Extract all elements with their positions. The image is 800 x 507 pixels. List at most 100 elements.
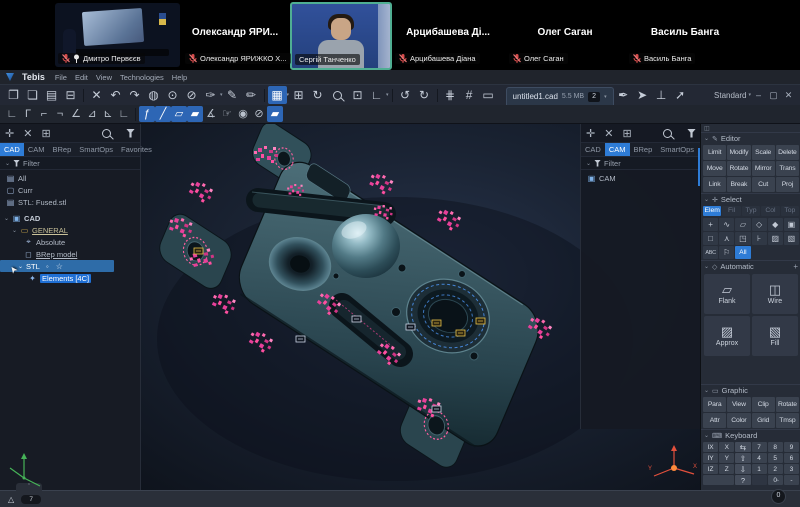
visibility-icon[interactable]: ◉: [235, 106, 251, 122]
close-button[interactable]: ✕: [781, 90, 796, 101]
key-space[interactable]: [703, 475, 734, 485]
angle-open-icon[interactable]: ∠: [68, 106, 84, 122]
keyboard-section-header[interactable]: ⌄ ⌨ Keyboard: [701, 429, 800, 441]
plumb-tool-icon[interactable]: ⊥: [652, 86, 671, 104]
tab-smartops[interactable]: SmartOps: [75, 143, 117, 156]
tree-item-fused-stl[interactable]: ▤ STL: Fused.stl: [0, 196, 140, 208]
chevron-up-icon[interactable]: ⌃: [775, 479, 780, 486]
color-button[interactable]: Color: [727, 413, 750, 428]
status-right-badge[interactable]: 0: [771, 489, 786, 504]
participant-video-1[interactable]: Дмитро Первєєв: [55, 3, 180, 67]
angle-arc-icon[interactable]: ⊾: [100, 106, 116, 122]
key-minus[interactable]: -: [784, 475, 799, 485]
key-8[interactable]: 8: [768, 442, 783, 452]
corner-d-icon[interactable]: ¬: [52, 106, 68, 122]
solid-filter-icon[interactable]: ◇: [752, 218, 767, 231]
tree-item-cam[interactable]: ▣ CAM: [581, 172, 701, 184]
rotate-view-button[interactable]: Rotate: [776, 397, 799, 412]
surface-solid-icon[interactable]: ▰: [187, 106, 203, 122]
tree-item-general[interactable]: ⌄ ▭ GENERAL: [0, 224, 140, 236]
zoom-search-icon[interactable]: [333, 91, 342, 100]
annotate-icon[interactable]: ✑: [201, 86, 220, 104]
scale-button[interactable]: Scale: [752, 145, 775, 160]
trans-button[interactable]: Trans: [776, 161, 799, 176]
key-iz[interactable]: IZ: [703, 464, 718, 474]
curve-filter-icon[interactable]: ∿: [719, 218, 734, 231]
hatch2-filter-icon[interactable]: ▧: [784, 232, 799, 245]
key-swap-icon[interactable]: ⇆: [735, 442, 750, 452]
refresh-view-icon[interactable]: ↻: [308, 86, 327, 104]
participant-tile-6[interactable]: Василь Банга Василь Банга: [626, 3, 744, 67]
shade-mode-icon[interactable]: ◍: [144, 86, 163, 104]
surface-flat-icon[interactable]: ▱: [171, 106, 187, 122]
key-y[interactable]: Y: [719, 453, 734, 463]
coordinate-ruler-icon[interactable]: ∟: [367, 86, 386, 104]
select-tab-typ[interactable]: Typ: [742, 206, 760, 216]
zoom-search-icon[interactable]: [663, 129, 672, 138]
angle-tri-icon[interactable]: ⊿: [84, 106, 100, 122]
key-1[interactable]: 1: [752, 464, 767, 474]
key-z[interactable]: Z: [719, 464, 734, 474]
key-7[interactable]: 7: [752, 442, 767, 452]
attr-button[interactable]: Attr: [703, 413, 726, 428]
open-file-icon[interactable]: ❐: [4, 86, 23, 104]
text-filter-icon[interactable]: ABC: [703, 246, 718, 259]
corner-a-icon[interactable]: ∟: [4, 106, 20, 122]
key-x[interactable]: X: [719, 442, 734, 452]
participant-tile-5[interactable]: Олег Саган Олег Саган: [506, 3, 624, 67]
participant-tile-4[interactable]: Арцибашева Ді... Арцибашева Діана: [392, 3, 504, 67]
filter-funnel-icon[interactable]: [687, 129, 696, 138]
print-icon[interactable]: ⊟: [61, 86, 80, 104]
editor-section-header[interactable]: ⌄ ✎ Editor: [701, 132, 800, 144]
tree-item-brep-model[interactable]: ◻ BRep model: [0, 248, 140, 260]
delete-elements-icon[interactable]: ✕: [604, 127, 613, 140]
select-tab-col[interactable]: Col: [761, 206, 779, 216]
tab-brep[interactable]: BRep: [49, 143, 76, 156]
rotate-button[interactable]: Rotate: [727, 161, 750, 176]
delta-icon[interactable]: △: [8, 495, 14, 504]
link-button[interactable]: Link: [703, 177, 726, 192]
tree-item-all[interactable]: ▤ All: [0, 172, 140, 184]
layer-solid-icon[interactable]: ▰: [267, 106, 283, 122]
rotate-view-cw-icon[interactable]: ↻: [415, 86, 434, 104]
mirror-button[interactable]: Mirror: [752, 161, 775, 176]
undo-icon[interactable]: ↶: [106, 86, 125, 104]
add-icon[interactable]: +: [793, 262, 798, 271]
key-down-icon[interactable]: ⇩: [735, 464, 750, 474]
limit-button[interactable]: Limit: [703, 145, 726, 160]
status-left-badge[interactable]: 7: [21, 495, 41, 504]
edge-filter-icon[interactable]: ⊦: [752, 232, 767, 245]
key-6[interactable]: 6: [784, 453, 799, 463]
pick-tool-icon[interactable]: ➚: [671, 86, 690, 104]
tab-cam[interactable]: CAM: [605, 143, 630, 156]
minimize-button[interactable]: –: [751, 90, 766, 100]
filter-row[interactable]: ⌄ Filter: [0, 157, 140, 170]
paste-structure-icon[interactable]: ⊞: [41, 127, 50, 140]
expand-chevron-icon[interactable]: ⌄: [12, 227, 17, 234]
mesh-filter-icon[interactable]: ▣: [784, 218, 799, 231]
visibility-off-icon[interactable]: ⊘: [251, 106, 267, 122]
tree-item-cad[interactable]: ⌄ ▣ CAD: [0, 212, 140, 224]
angle-measure-icon[interactable]: ∡: [203, 106, 219, 122]
surface-filter-icon[interactable]: ▱: [735, 218, 750, 231]
menu-help[interactable]: Help: [172, 73, 187, 82]
screen-layout-icon[interactable]: ▭: [479, 86, 498, 104]
tab-brep[interactable]: BRep: [630, 143, 657, 156]
draw-surface-icon[interactable]: ✏: [242, 86, 261, 104]
delete-elements-icon[interactable]: ✕: [23, 127, 32, 140]
key-2[interactable]: 2: [768, 464, 783, 474]
fill-button[interactable]: ▧ Fill: [752, 316, 798, 356]
key-3[interactable]: 3: [784, 464, 799, 474]
menu-view[interactable]: View: [96, 73, 112, 82]
menu-file[interactable]: File: [55, 73, 67, 82]
tree-item-curr[interactable]: ▢ Curr: [0, 184, 140, 196]
profile-selector[interactable]: Standard ▾: [714, 91, 751, 100]
dropdown-arrow-icon[interactable]: ▾: [386, 92, 389, 98]
move-button[interactable]: Move: [703, 161, 726, 176]
select-tab-elem[interactable]: Elem: [703, 206, 721, 216]
key-ix[interactable]: IX: [703, 442, 718, 452]
filter-row[interactable]: ⌄ Filter: [581, 157, 701, 170]
corner-c-icon[interactable]: ⌐: [36, 106, 52, 122]
flag-filter-icon[interactable]: ⚐: [719, 246, 734, 259]
menu-technologies[interactable]: Technologies: [120, 73, 164, 82]
